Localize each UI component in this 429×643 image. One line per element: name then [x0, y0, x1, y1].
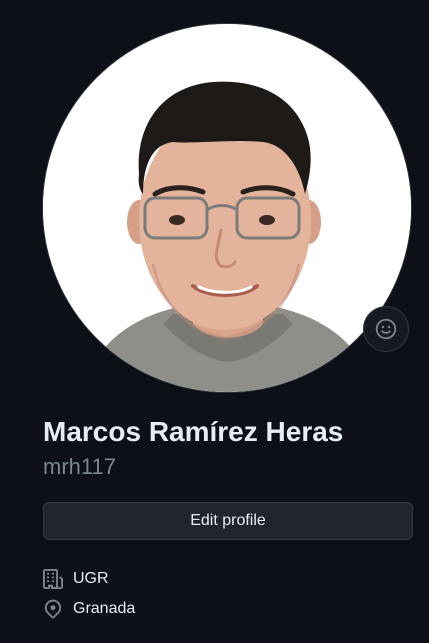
- profile-full-name: Marcos Ramírez Heras: [43, 416, 344, 447]
- organization-detail: UGR: [43, 567, 109, 591]
- location-icon: [43, 599, 63, 619]
- location-detail: Granada: [43, 597, 135, 621]
- organization-icon: [43, 569, 63, 589]
- edit-profile-button[interactable]: Edit profile: [43, 502, 413, 540]
- avatar[interactable]: [42, 23, 412, 393]
- smiley-icon: [375, 318, 397, 340]
- avatar-photo: [43, 24, 411, 392]
- location-label: Granada: [73, 600, 136, 617]
- profile-sidebar: Marcos Ramírez Heras mrh117 Edit profile…: [0, 0, 429, 643]
- set-status-button[interactable]: [363, 306, 409, 352]
- avatar-container: [42, 23, 412, 393]
- organization-label: UGR: [73, 570, 109, 587]
- profile-username: mrh117: [43, 454, 116, 479]
